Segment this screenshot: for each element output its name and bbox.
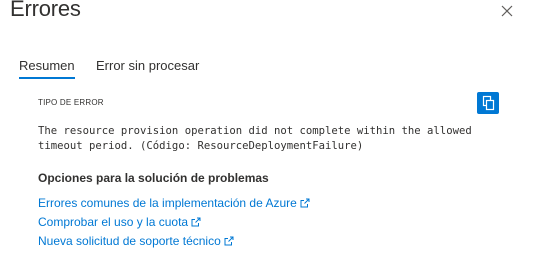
link-label: Nueva solicitud de soporte técnico <box>38 234 221 248</box>
copy-button[interactable] <box>477 92 499 114</box>
link-check-usage-quota[interactable]: Comprobar el uso y la cuota <box>38 215 201 230</box>
external-link-icon <box>191 216 201 230</box>
troubleshooting-heading: Opciones para la solución de problemas <box>38 171 269 185</box>
error-details-panel: Errores Resumen Error sin procesar TIPO … <box>0 0 541 274</box>
link-common-deployment-errors[interactable]: Errores comunes de la implementación de … <box>38 196 310 211</box>
error-message: The resource provision operation did not… <box>38 125 472 152</box>
tab-resumen[interactable]: Resumen <box>19 58 75 79</box>
link-label: Errores comunes de la implementación de … <box>38 196 297 210</box>
error-type-label: TIPO DE ERROR <box>38 98 104 107</box>
external-link-icon <box>224 235 234 249</box>
copy-icon <box>482 95 495 111</box>
panel-title: Errores <box>10 0 81 21</box>
tab-error-sin-procesar[interactable]: Error sin procesar <box>96 58 199 79</box>
close-icon <box>501 5 513 17</box>
link-new-support-request[interactable]: Nueva solicitud de soporte técnico <box>38 234 234 249</box>
close-button[interactable] <box>499 3 515 19</box>
link-label: Comprobar el uso y la cuota <box>38 215 189 229</box>
external-link-icon <box>300 197 310 211</box>
